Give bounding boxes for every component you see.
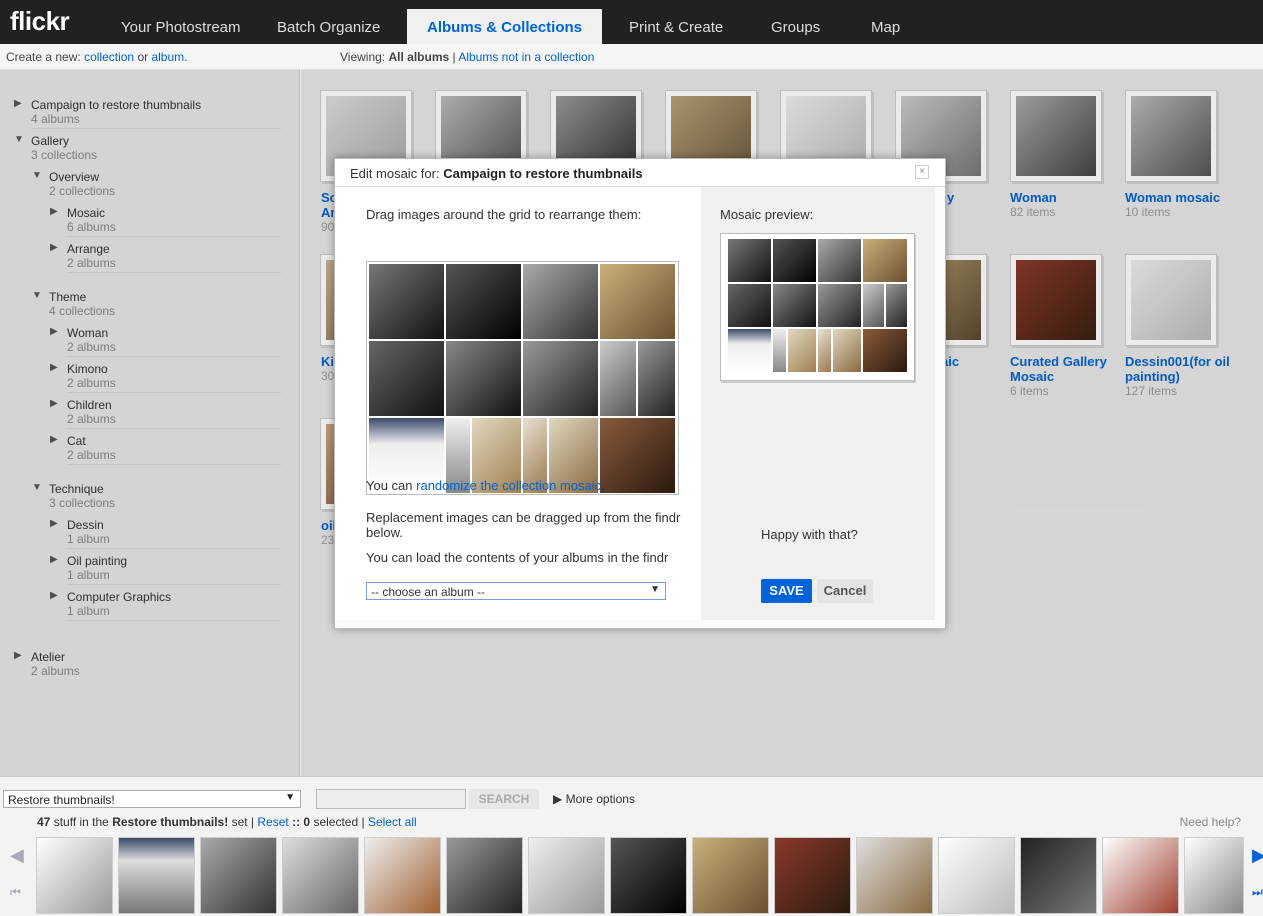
preview-tile [817, 328, 832, 373]
mosaic-tile[interactable] [522, 340, 599, 417]
sub-bar: Create a new: collection or album. Viewi… [0, 44, 1263, 70]
reset-link[interactable]: Reset [257, 815, 288, 829]
viewing-current: All albums [388, 50, 450, 64]
viewing-filter: Viewing: All albums | Albums not in a co… [340, 50, 594, 64]
findr-photo[interactable] [1020, 837, 1097, 914]
preview-tile [727, 283, 772, 328]
dialog-title: Edit mosaic for: Campaign to restore thu… [350, 166, 643, 181]
findr-photo[interactable] [610, 837, 687, 914]
nav-batch-organize[interactable]: Batch Organize [277, 19, 380, 36]
scroll-right-icon[interactable]: ▶ [1252, 845, 1263, 866]
dropdown-caret-icon: ▼ [650, 584, 660, 595]
period: . [184, 50, 188, 64]
mosaic-grid [366, 261, 679, 495]
load-albums-text: You can load the contents of your albums… [366, 550, 669, 565]
findr-status: 47 stuff in the Restore thumbnails! set … [37, 815, 417, 829]
mosaic-tile[interactable] [368, 263, 445, 340]
preview-label: Mosaic preview: [720, 207, 814, 222]
set-select[interactable]: Restore thumbnails! ▼ [3, 790, 301, 808]
happy-text: Happy with that? [761, 527, 858, 542]
findr-bar: Restore thumbnails! ▼ SEARCH ▶ More opti… [0, 776, 1263, 916]
findr-search-input[interactable] [316, 789, 466, 809]
mosaic-tile[interactable] [599, 263, 676, 340]
flickr-logo[interactable]: flickr [10, 6, 70, 37]
findr-photo[interactable] [856, 837, 933, 914]
save-button[interactable]: SAVE [761, 579, 812, 603]
cancel-button[interactable]: Cancel [817, 579, 873, 603]
preview-tile [885, 283, 908, 328]
create-collection-link[interactable]: collection [84, 50, 134, 64]
findr-photo[interactable] [938, 837, 1015, 914]
findr-photo[interactable] [692, 837, 769, 914]
preview-tile [772, 283, 817, 328]
preview-tile [772, 238, 817, 283]
preview-tile [772, 328, 787, 373]
nav-map[interactable]: Map [871, 19, 900, 36]
selected-count: 0 [303, 815, 311, 829]
findr-photo[interactable] [36, 837, 113, 914]
findr-photo[interactable] [282, 837, 359, 914]
nav-print-create[interactable]: Print & Create [629, 19, 723, 36]
findr-photo[interactable] [1184, 837, 1244, 914]
mosaic-tile[interactable] [599, 417, 676, 494]
findr-photo[interactable] [364, 837, 441, 914]
replacement-text: Replacement images can be dragged up fro… [366, 510, 681, 540]
close-icon[interactable]: × [915, 165, 929, 179]
mosaic-tile[interactable] [637, 340, 676, 417]
preview-tile [862, 238, 908, 283]
preview-tile [727, 238, 772, 283]
randomize-text: You can randomize the collection mosaic. [366, 478, 605, 493]
albums-not-in-collection-link[interactable]: Albums not in a collection [458, 50, 594, 64]
separator: | [452, 50, 456, 64]
mosaic-preview-panel: Mosaic preview: Happy with that? SAVE Ca… [701, 187, 935, 620]
create-prefix: Create a new: [6, 50, 81, 64]
findr-photo[interactable] [528, 837, 605, 914]
drag-instruction: Drag images around the grid to rearrange… [366, 207, 642, 222]
findr-photo[interactable] [446, 837, 523, 914]
mosaic-tile[interactable] [445, 263, 522, 340]
preview-tile [817, 283, 862, 328]
mosaic-editor-panel: Drag images around the grid to rearrange… [335, 187, 701, 620]
findr-photo-strip [36, 837, 1246, 915]
or-text: or [137, 50, 149, 64]
preview-tile [832, 328, 862, 373]
nav-albums-collections[interactable]: Albums & Collections [407, 9, 603, 44]
select-all-link[interactable]: Select all [368, 815, 417, 829]
need-help-link[interactable]: Need help? [1180, 815, 1241, 829]
preview-tile [862, 283, 885, 328]
preview-tile [817, 238, 862, 283]
findr-photo[interactable] [1102, 837, 1179, 914]
mosaic-tile[interactable] [522, 263, 599, 340]
search-button[interactable]: SEARCH [469, 789, 539, 809]
set-name: Restore thumbnails! [112, 815, 229, 829]
mosaic-tile[interactable] [445, 340, 522, 417]
scroll-left-icon[interactable]: ◀ [10, 845, 24, 866]
preview-tile [727, 328, 772, 373]
findr-photo[interactable] [118, 837, 195, 914]
top-nav: flickr Your Photostream Batch Organize A… [0, 0, 1263, 44]
findr-photo[interactable] [774, 837, 851, 914]
mosaic-tile[interactable] [599, 340, 637, 417]
item-count: 47 [37, 815, 51, 829]
randomize-mosaic-link[interactable]: randomize the collection mosaic [416, 478, 601, 493]
dialog-header: Edit mosaic for: Campaign to restore thu… [335, 159, 945, 187]
mosaic-preview [720, 233, 915, 381]
nav-your-photostream[interactable]: Your Photostream [121, 19, 241, 36]
create-new: Create a new: collection or album. [6, 50, 187, 64]
findr-photo[interactable] [200, 837, 277, 914]
dropdown-caret-icon: ▼ [285, 792, 295, 803]
create-album-link[interactable]: album [151, 50, 184, 64]
more-options-toggle[interactable]: ▶ More options [553, 792, 635, 806]
mosaic-tile[interactable] [368, 340, 445, 417]
collection-name: Campaign to restore thumbnails [443, 166, 643, 181]
scroll-first-icon[interactable]: ⏮ [10, 885, 21, 900]
preview-tile [787, 328, 817, 373]
scroll-last-icon[interactable]: ⏭ [1252, 885, 1263, 900]
nav-groups[interactable]: Groups [771, 19, 820, 36]
triangle-right-icon: ▶ [553, 792, 563, 806]
preview-tile [862, 328, 908, 373]
choose-album-select[interactable]: -- choose an album -- ▼ [366, 582, 666, 600]
edit-mosaic-dialog: Edit mosaic for: Campaign to restore thu… [334, 158, 946, 629]
viewing-prefix: Viewing: [340, 50, 386, 64]
